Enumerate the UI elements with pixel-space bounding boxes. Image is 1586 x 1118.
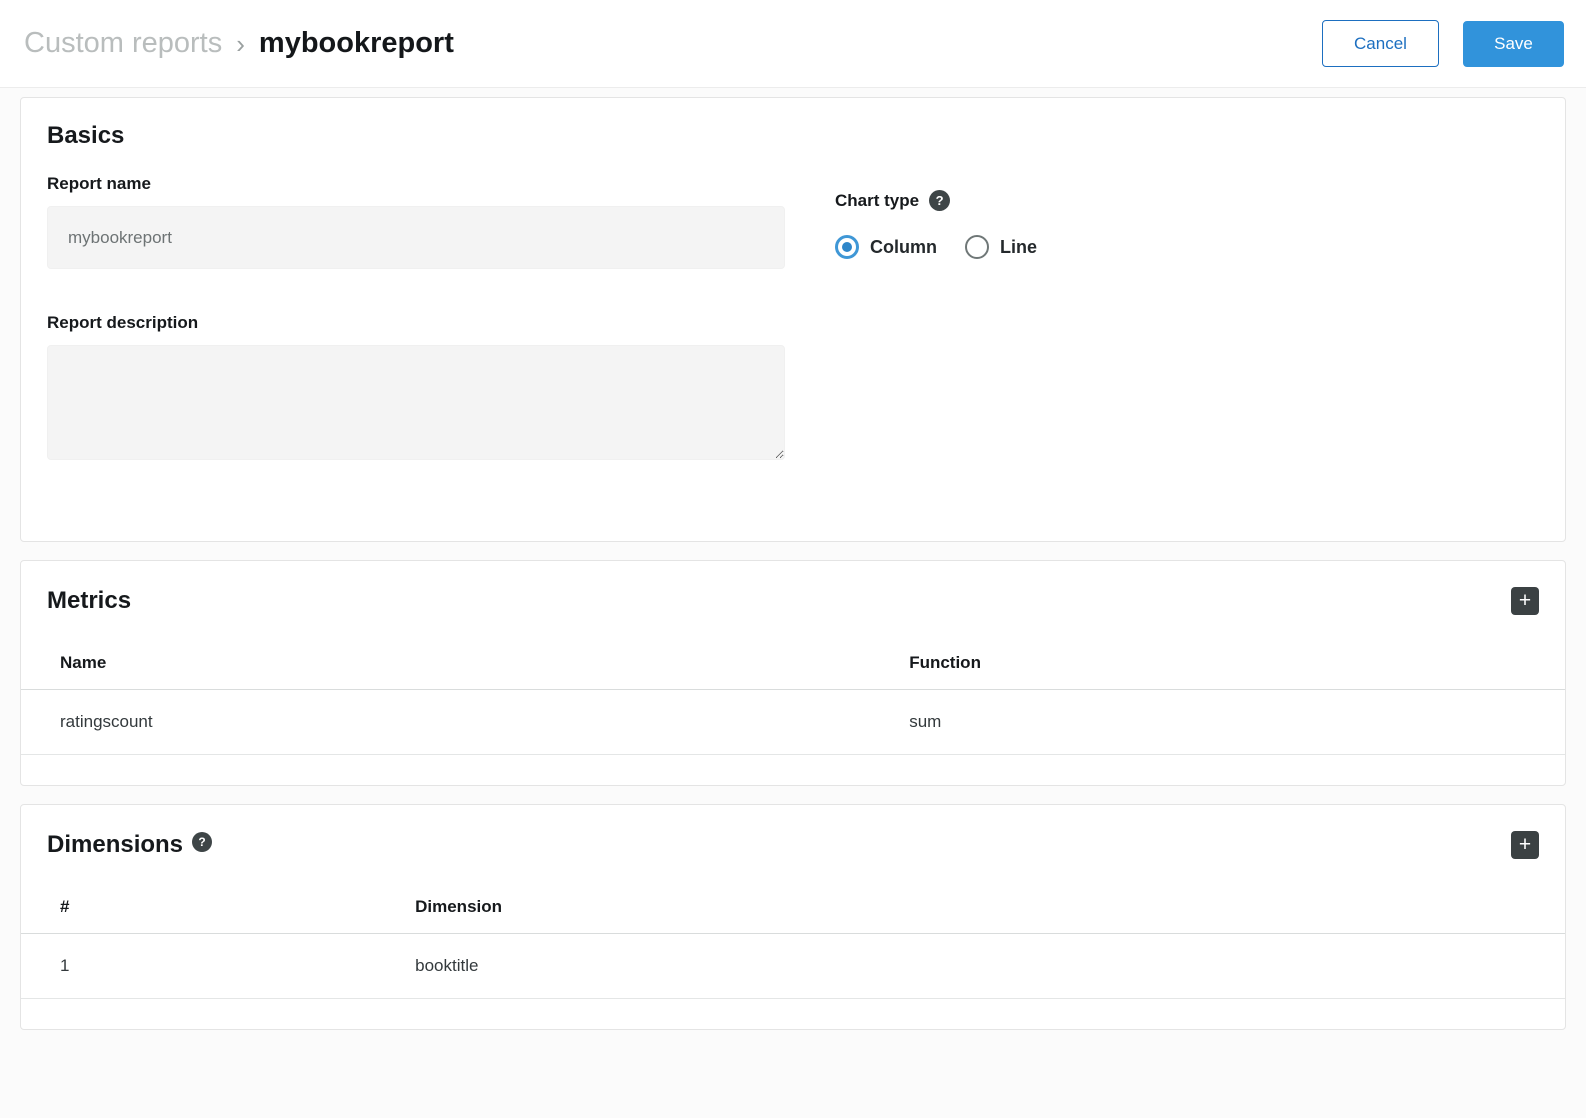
dimension-index-cell: 1 (21, 934, 376, 999)
metrics-header-row: Name Function (21, 639, 1565, 690)
report-name-input[interactable] (47, 206, 785, 269)
basics-left-column: Basics Report name Report description (47, 122, 785, 465)
add-metric-button[interactable]: + (1511, 587, 1539, 615)
breadcrumb: Custom reports › mybookreport (24, 27, 454, 60)
dimension-name-cell: booktitle (376, 934, 1565, 999)
dimensions-table: # Dimension 1 booktitle (21, 883, 1565, 999)
chart-type-option-column[interactable]: Column (835, 235, 937, 259)
table-row[interactable]: ratingscount sum (21, 690, 1565, 755)
dimensions-column-header-dimension: Dimension (376, 883, 1565, 934)
radio-button-icon[interactable] (965, 235, 989, 259)
basics-card: Basics Report name Report description Ch… (20, 97, 1566, 542)
dimensions-title: Dimensions (47, 831, 183, 859)
radio-label-column: Column (870, 237, 937, 258)
add-dimension-button[interactable]: + (1511, 831, 1539, 859)
header-actions: Cancel Save (1322, 20, 1564, 67)
basics-title: Basics (47, 122, 785, 150)
metrics-column-header-function: Function (870, 639, 1565, 690)
metrics-table: Name Function ratingscount sum (21, 639, 1565, 755)
metrics-column-header-name: Name (21, 639, 870, 690)
dimensions-help-icon[interactable]: ? (192, 832, 212, 852)
chart-type-label: Chart type (835, 191, 919, 211)
metric-function-cell: sum (870, 690, 1565, 755)
breadcrumb-current: mybookreport (259, 27, 454, 60)
report-description-textarea[interactable] (47, 345, 785, 460)
breadcrumb-parent-link[interactable]: Custom reports (24, 27, 222, 60)
dimensions-header-row: # Dimension (21, 883, 1565, 934)
dimensions-column-header-index: # (21, 883, 376, 934)
radio-button-icon[interactable] (835, 235, 859, 259)
report-name-label: Report name (47, 174, 785, 194)
report-description-label: Report description (47, 313, 785, 333)
chart-type-radio-group: Column Line (835, 235, 1539, 259)
radio-label-line: Line (1000, 237, 1037, 258)
save-button[interactable]: Save (1463, 21, 1564, 67)
metrics-card: Metrics + Name Function ratingscount sum (20, 560, 1566, 786)
metrics-title: Metrics (47, 587, 131, 615)
table-row[interactable]: 1 booktitle (21, 934, 1565, 999)
dimensions-card: Dimensions ? + # Dimension 1 booktitle (20, 804, 1566, 1030)
cancel-button[interactable]: Cancel (1322, 20, 1439, 67)
basics-right-column: Chart type ? Column Line (835, 122, 1539, 465)
chevron-right-icon: › (236, 29, 245, 60)
chart-type-option-line[interactable]: Line (965, 235, 1037, 259)
page-header: Custom reports › mybookreport Cancel Sav… (0, 0, 1586, 88)
metric-name-cell: ratingscount (21, 690, 870, 755)
chart-type-help-icon[interactable]: ? (929, 190, 950, 211)
